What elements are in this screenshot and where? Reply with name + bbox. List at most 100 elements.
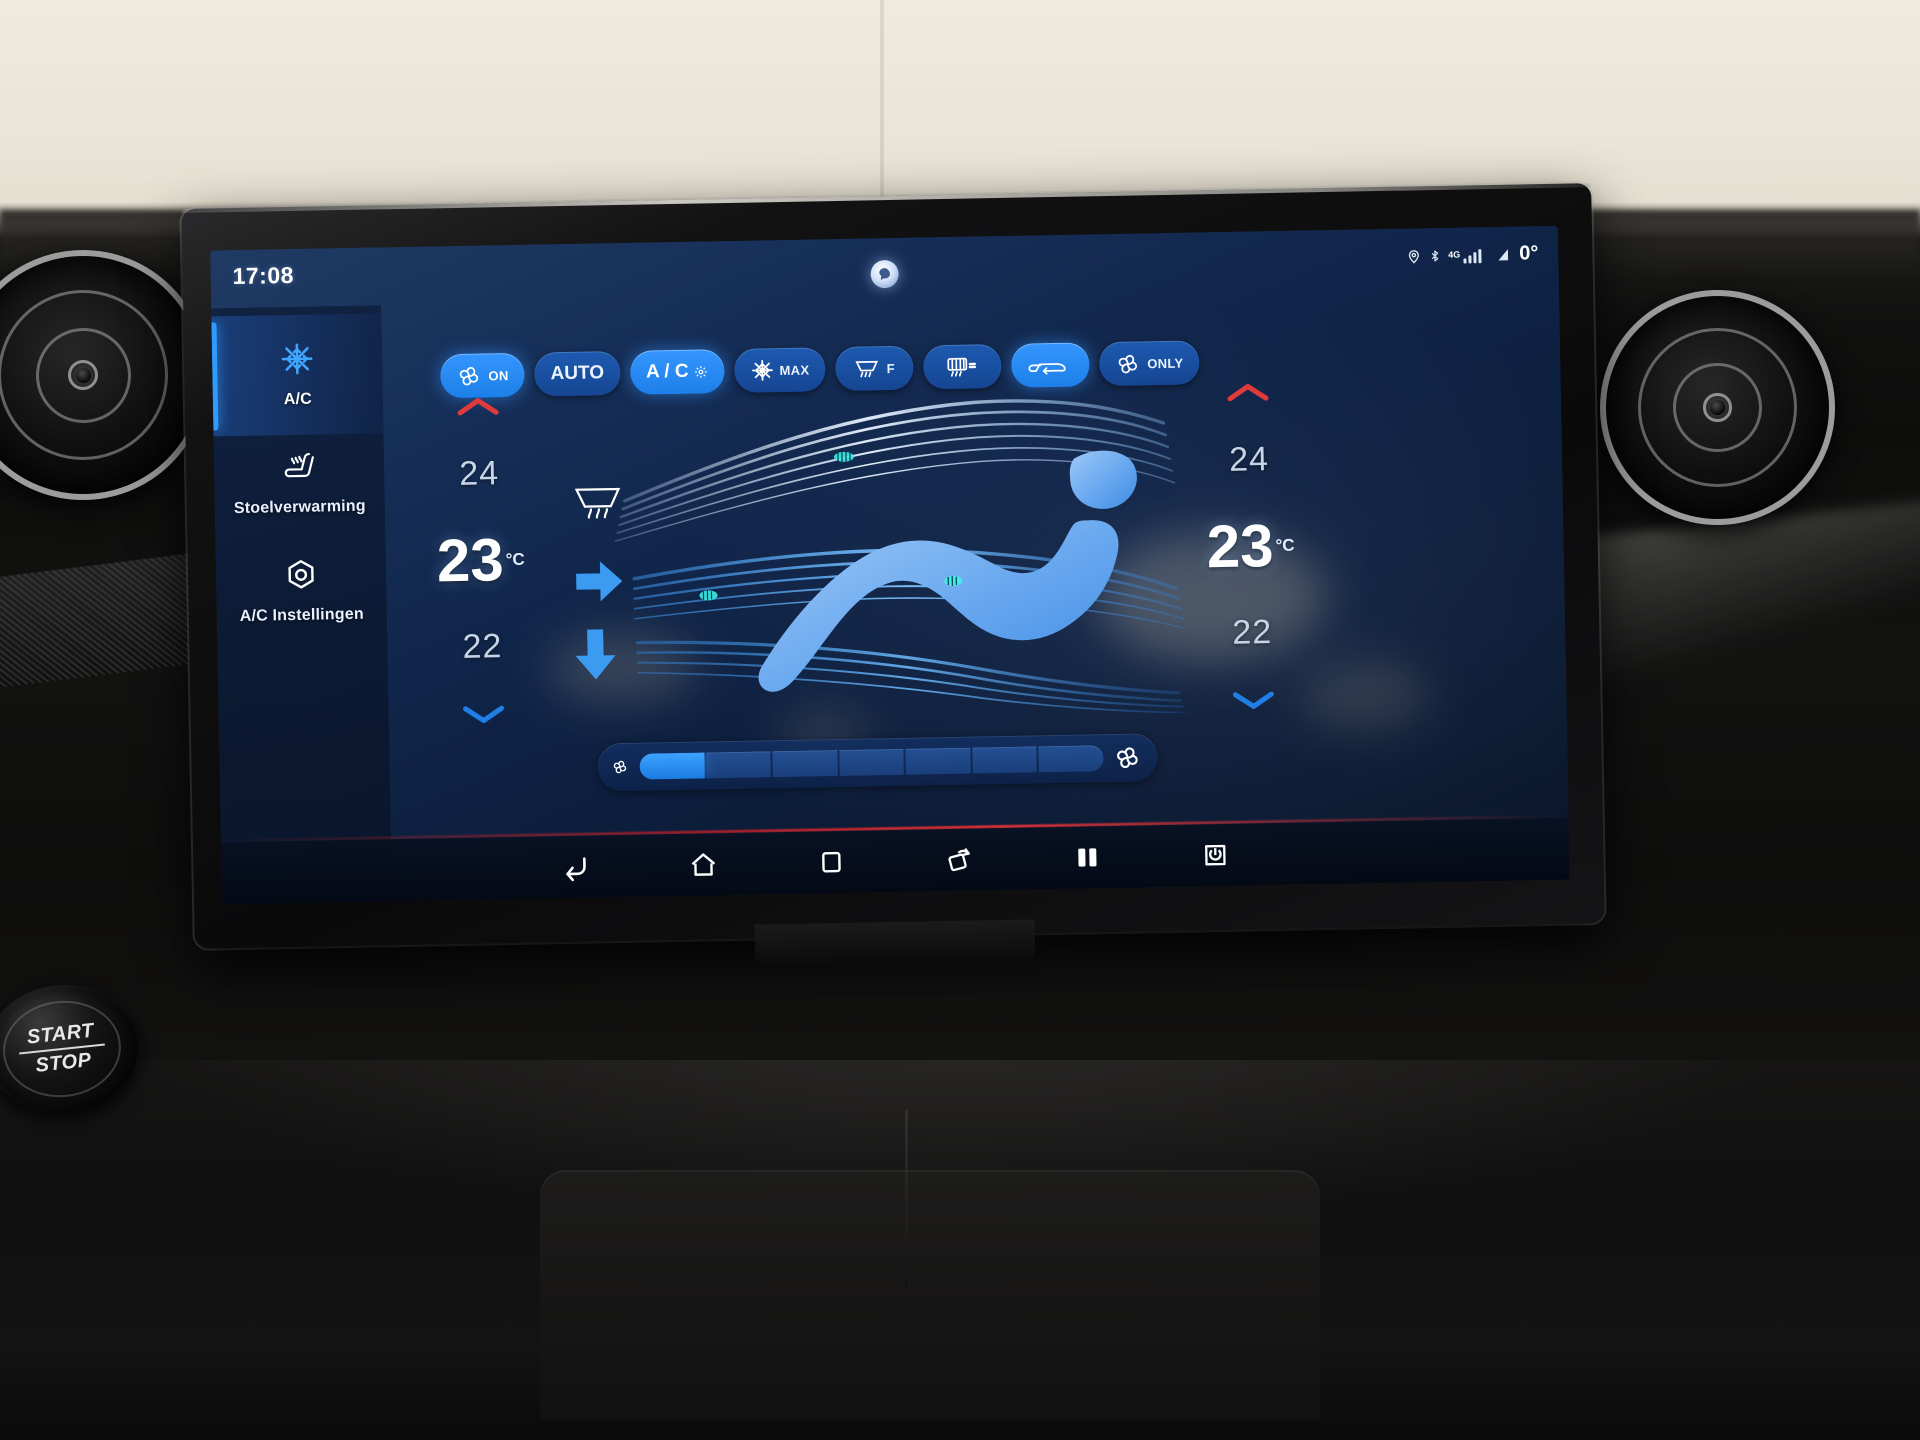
recirculation-button[interactable] [1010, 342, 1090, 388]
rotate-screen-icon[interactable] [938, 838, 981, 881]
fan-icon [459, 366, 479, 385]
seat-silhouette-icon [758, 450, 1137, 692]
vent-hub[interactable] [1710, 400, 1725, 415]
android-navigation-bar [220, 817, 1570, 905]
status-icon-group: 4G 0° [1406, 242, 1539, 267]
front-defrost-button[interactable]: F [834, 345, 914, 392]
seat-heating-icon [280, 449, 319, 489]
fan-segment[interactable] [639, 752, 705, 780]
floor-vent-arrow-icon [575, 629, 616, 680]
chevron-up-icon [457, 398, 499, 416]
start-stop-face: START STOP [0, 995, 126, 1103]
back-icon[interactable] [554, 845, 597, 888]
car-interior-photo: START STOP 17:08 4G 0° A/C Stoelverwarmi… [0, 0, 1920, 1440]
fan-on-label: ON [488, 367, 509, 383]
fan-only-button[interactable]: ONLY [1098, 340, 1200, 387]
recents-square-icon[interactable] [810, 841, 853, 884]
ac-flower-icon [695, 365, 707, 378]
airflow-seat-graphic[interactable] [553, 382, 1199, 724]
bluetooth-icon [1428, 246, 1441, 264]
fan-segment[interactable] [705, 751, 772, 779]
auto-button[interactable]: AUTO [534, 350, 621, 397]
temp-increase-button-right[interactable] [1225, 381, 1271, 404]
chevron-down-icon [463, 705, 505, 724]
temp-current-right: 23 °C [1206, 512, 1295, 581]
screen-off-power-icon[interactable] [1194, 834, 1237, 877]
outside-temperature-indicator: 0° [1496, 242, 1539, 266]
recirculation-icon [1028, 363, 1066, 375]
sidebar-item-label: Stoelverwarming [233, 497, 366, 517]
temp-step-down-left[interactable]: 22 [462, 627, 503, 667]
dashboard-lower-panel [0, 1060, 1920, 1440]
temp-value-right: 23 [1206, 512, 1275, 581]
passenger-temperature-control: 24 23 °C 22 [1173, 380, 1329, 713]
sidebar-item-label: A/C Instellingen [239, 605, 364, 625]
fan-only-label: ONLY [1147, 355, 1184, 371]
home-icon[interactable] [682, 843, 725, 886]
temp-step-up-left[interactable]: 24 [459, 454, 500, 494]
temp-decrease-button-right[interactable] [1230, 689, 1276, 712]
rear-defrost-button[interactable] [922, 343, 1002, 390]
fan-large-icon[interactable] [1113, 744, 1143, 771]
fan-segment[interactable] [772, 750, 838, 778]
network-type-label: 4G [1448, 249, 1461, 260]
temp-decrease-button-left[interactable] [460, 703, 506, 726]
bezel-highlight [181, 183, 1592, 213]
temp-value-left: 23 [436, 526, 505, 595]
floor-airflow-stream [635, 640, 1186, 714]
infotainment-screen[interactable]: 17:08 4G 0° A/C Stoelverwarming A/C Inst… [210, 225, 1570, 905]
front-defrost-label: F [886, 360, 896, 376]
sidebar: A/C Stoelverwarming A/C Instellingen [211, 305, 393, 905]
ac-label: A / C [645, 360, 689, 383]
fan-segment[interactable] [839, 748, 905, 777]
cabin-wall-seam [880, 0, 884, 215]
fan-icon [1118, 354, 1137, 373]
fan-speed-segments[interactable] [639, 745, 1104, 780]
fan-on-button[interactable]: ON [440, 352, 525, 399]
temp-step-down-right[interactable]: 22 [1232, 613, 1273, 653]
head-unit-stand [754, 919, 1036, 967]
ac-button[interactable]: A / C [629, 349, 725, 395]
fan-small-icon[interactable] [611, 759, 629, 775]
max-cool-button[interactable]: MAX [734, 347, 826, 393]
face-vent-arrow-icon [576, 561, 623, 602]
status-bar: 17:08 4G 0° [210, 226, 1559, 309]
snowflake-icon [752, 359, 773, 381]
max-label: MAX [779, 362, 810, 378]
infotainment-head-unit: 17:08 4G 0° A/C Stoelverwarming A/C Inst… [181, 183, 1605, 967]
stop-label: STOP [34, 1049, 93, 1077]
vent-hub[interactable] [75, 367, 91, 383]
airflow-seat-illustration [574, 399, 1186, 714]
signal-bars-icon [1463, 247, 1482, 263]
sidebar-item-ac-settings[interactable]: A/C Instellingen [215, 529, 387, 652]
rear-defrost-icon [947, 357, 977, 377]
auto-label: AUTO [550, 362, 605, 385]
fan-segment[interactable] [972, 746, 1038, 774]
defrost-flow-marker [833, 451, 854, 462]
outside-temp-value: 0° [1519, 242, 1539, 265]
fan-segment[interactable] [1038, 745, 1104, 773]
snowflake-icon [280, 341, 315, 381]
front-defrost-icon [855, 360, 879, 378]
dashboard-air-vent-right[interactable] [1600, 290, 1835, 525]
temp-current-left: 23 °C [436, 526, 525, 595]
chevron-up-icon [1227, 383, 1269, 402]
location-pin-icon [1406, 247, 1421, 265]
split-screen-icon[interactable] [1066, 836, 1109, 879]
fan-speed-slider[interactable] [597, 733, 1158, 792]
temp-increase-button-left[interactable] [455, 395, 501, 418]
sidebar-item-ac[interactable]: A/C [211, 313, 384, 437]
windshield-defrost-icon [574, 487, 621, 519]
assistant-bubble-icon[interactable] [870, 259, 899, 289]
temp-step-up-right[interactable]: 24 [1229, 440, 1270, 480]
temp-unit-right: °C [1275, 535, 1295, 555]
driver-temperature-control: 24 23 °C 22 [403, 394, 559, 727]
outside-temperature-icon [1498, 248, 1508, 260]
clock: 17:08 [232, 261, 295, 290]
dashboard-panel-seam [905, 1110, 908, 1290]
temp-unit-left: °C [505, 549, 525, 570]
fan-segment[interactable] [905, 747, 971, 775]
settings-hex-icon [284, 557, 319, 597]
sidebar-item-seat-heating[interactable]: Stoelverwarming [213, 421, 385, 544]
dashboard-air-vent-left[interactable] [0, 250, 208, 500]
